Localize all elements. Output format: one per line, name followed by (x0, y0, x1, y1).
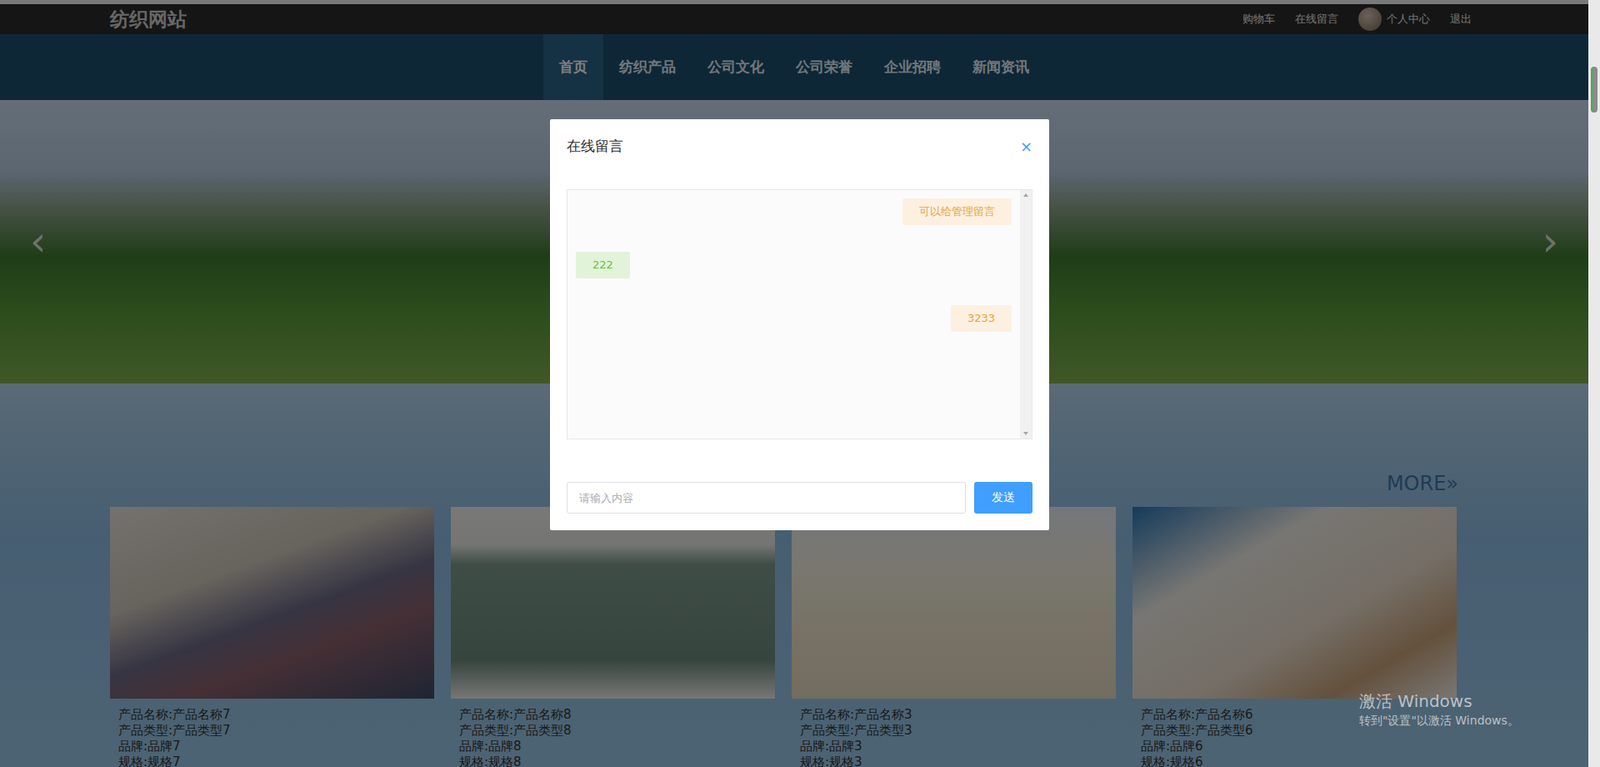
chat-scrollbar[interactable] (1020, 190, 1032, 439)
chat-message: 222 (575, 251, 630, 279)
message-list: 可以给管理留言 222 3233 (567, 190, 1020, 439)
message-input[interactable] (566, 481, 966, 514)
dialog-footer: 发送 (566, 481, 1033, 514)
chat-message: 可以给管理留言 (902, 198, 1012, 225)
chat-message: 3233 (950, 305, 1012, 332)
windows-watermark: 激活 Windows转到"设置"以激活 Windows。 (1359, 690, 1520, 729)
send-button[interactable]: 发送 (974, 481, 1033, 514)
scroll-down-icon[interactable] (1023, 431, 1029, 435)
close-button[interactable]: × (1020, 137, 1033, 155)
dialog-header: 在线留言 × (566, 135, 1033, 156)
scroll-up-icon[interactable] (1023, 193, 1029, 197)
scrollbar-thumb[interactable] (1590, 66, 1598, 113)
message-dialog: 在线留言 × 可以给管理留言 222 3233 发送 (550, 119, 1050, 530)
chat-area: 可以给管理留言 222 3233 (566, 189, 1033, 440)
watermark-title: 激活 Windows (1359, 690, 1520, 712)
dialog-title: 在线留言 (566, 136, 624, 156)
watermark-hint: 转到"设置"以激活 Windows。 (1359, 711, 1520, 729)
page-scrollbar[interactable] (1588, 0, 1600, 767)
